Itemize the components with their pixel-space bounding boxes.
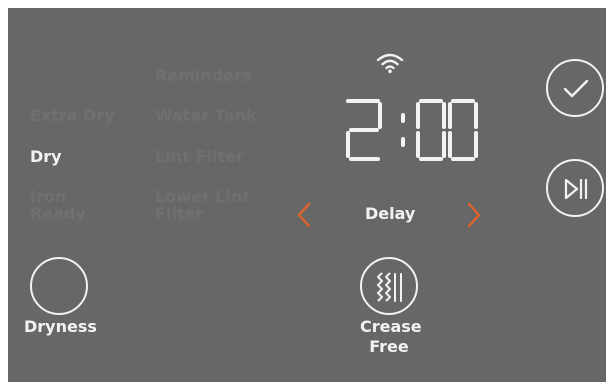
dryness-button[interactable] — [30, 257, 88, 315]
option-iron-ready-line2[interactable]: Ready — [30, 205, 86, 223]
crease-free-label-line1: Crease — [360, 317, 422, 336]
indicator-lint-filter: Lint Filter — [155, 147, 244, 166]
wifi-icon — [376, 53, 404, 74]
crease-free-button[interactable] — [360, 257, 418, 315]
indicator-reminders: Reminders — [155, 66, 252, 85]
checkmark-icon — [563, 79, 589, 98]
option-extra-dry[interactable]: Extra Dry — [30, 107, 115, 125]
chevron-right-icon[interactable] — [466, 202, 482, 228]
seven-segment-digits — [346, 99, 478, 161]
chevron-left-icon[interactable] — [296, 202, 312, 228]
indicator-lower-lint-filter-line2: Filter — [155, 204, 204, 223]
option-dry[interactable]: Dry — [30, 148, 62, 166]
dryness-label: Dryness — [24, 317, 97, 336]
crease-free-label-line2: Free — [369, 337, 409, 356]
control-panel: Extra Dry Dry Iron Ready Reminders Water… — [8, 8, 606, 382]
time-display: 2:00 — [345, 98, 479, 162]
confirm-button[interactable] — [546, 59, 604, 117]
indicator-water-tank: Water Tank — [155, 106, 257, 125]
start-pause-button[interactable] — [546, 159, 604, 217]
play-pause-icon — [564, 178, 588, 200]
crease-free-icon — [377, 272, 402, 302]
delay-label: Delay — [365, 204, 416, 223]
